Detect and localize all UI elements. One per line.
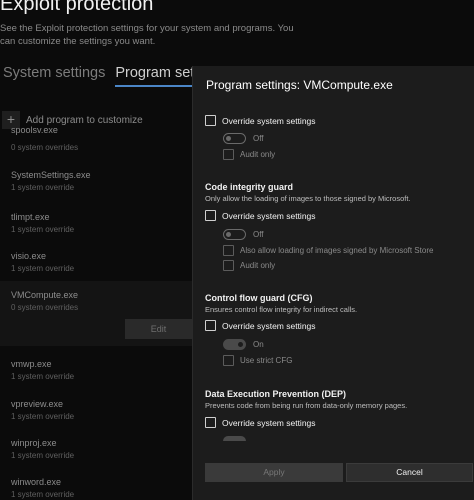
toggle-knob bbox=[226, 232, 231, 237]
checkbox-box bbox=[205, 320, 216, 331]
checkbox-label: Audit only bbox=[240, 261, 276, 270]
checkbox-label: Override system settings bbox=[222, 417, 316, 428]
list-item[interactable]: spoolsv.exe 0 system overrides bbox=[0, 125, 192, 156]
list-item[interactable]: winword.exe 1 system override bbox=[0, 472, 192, 500]
allow-microsoft-store-checkbox[interactable]: Also allow loading of images signed by M… bbox=[223, 245, 433, 256]
checkbox-box bbox=[205, 210, 216, 221]
checkbox-box bbox=[205, 115, 216, 126]
program-overrides: 1 system override bbox=[11, 490, 75, 499]
use-strict-cfg-checkbox[interactable]: Use strict CFG bbox=[223, 355, 292, 366]
audit-only-checkbox[interactable]: Audit only bbox=[223, 260, 275, 271]
tab-system-settings[interactable]: System settings bbox=[3, 65, 105, 85]
program-settings-dialog: Program settings: VMCompute.exe Override… bbox=[192, 66, 474, 500]
list-item[interactable]: tlimpt.exe 1 system override bbox=[0, 204, 192, 236]
section-title-dep: Data Execution Prevention (DEP) bbox=[205, 389, 347, 399]
override-system-settings-checkbox[interactable]: Override system settings bbox=[205, 115, 316, 126]
checkbox-box bbox=[223, 149, 234, 160]
program-overrides: 1 system override bbox=[11, 412, 75, 421]
program-overrides: 0 system overrides bbox=[11, 143, 79, 152]
program-overrides: 1 system override bbox=[11, 372, 75, 381]
program-overrides: 1 system override bbox=[11, 183, 75, 192]
program-overrides: 1 system override bbox=[11, 451, 75, 460]
program-overrides: 0 system overrides bbox=[11, 303, 79, 312]
dialog-title: Program settings: VMCompute.exe bbox=[206, 78, 393, 92]
program-name: vmwp.exe bbox=[11, 359, 52, 369]
program-name: tlimpt.exe bbox=[11, 212, 50, 222]
checkbox-box bbox=[223, 355, 234, 366]
override-system-settings-checkbox[interactable]: Override system settings bbox=[205, 320, 316, 331]
toggle-track bbox=[223, 229, 246, 240]
program-name: winproj.exe bbox=[11, 438, 57, 448]
override-system-settings-checkbox[interactable]: Override system settings bbox=[205, 417, 316, 428]
edit-button[interactable]: Edit bbox=[125, 319, 192, 339]
checkbox-label: Audit only bbox=[240, 150, 276, 159]
checkbox-label: Use strict CFG bbox=[240, 356, 293, 365]
toggle-switch-partial[interactable] bbox=[223, 436, 246, 441]
toggle-switch[interactable]: On bbox=[223, 339, 264, 350]
list-item[interactable]: SystemSettings.exe 1 system override bbox=[0, 162, 192, 194]
section-desc-code-integrity: Only allow the loading of images to thos… bbox=[205, 194, 411, 203]
program-name: SystemSettings.exe bbox=[11, 170, 91, 180]
add-program-label: Add program to customize bbox=[26, 114, 143, 126]
toggle-knob bbox=[226, 136, 231, 141]
checkbox-label: Also allow loading of images signed by M… bbox=[240, 246, 434, 255]
page-title: Exploit protection bbox=[0, 0, 154, 15]
checkbox-label: Override system settings bbox=[222, 210, 316, 221]
program-overrides: 1 system override bbox=[11, 264, 75, 273]
section-title-code-integrity: Code integrity guard bbox=[205, 182, 294, 192]
override-system-settings-checkbox[interactable]: Override system settings bbox=[205, 210, 316, 221]
list-item[interactable]: winproj.exe 1 system override bbox=[0, 432, 192, 464]
toggle-track bbox=[223, 339, 246, 350]
section-title-cfg: Control flow guard (CFG) bbox=[205, 293, 313, 303]
toggle-label: Off bbox=[253, 230, 264, 239]
cancel-button[interactable]: Cancel bbox=[346, 463, 473, 482]
toggle-label: Off bbox=[253, 134, 264, 143]
program-name: winword.exe bbox=[11, 477, 62, 487]
checkbox-box bbox=[223, 260, 234, 271]
list-item[interactable]: vpreview.exe 1 system override bbox=[0, 393, 192, 425]
list-item[interactable]: vmwp.exe 1 system override bbox=[0, 354, 192, 386]
toggle-label: On bbox=[253, 340, 264, 349]
checkbox-box bbox=[223, 245, 234, 256]
checkbox-label: Override system settings bbox=[222, 115, 316, 126]
dialog-footer: Apply Cancel bbox=[193, 452, 474, 500]
toggle-knob bbox=[238, 342, 243, 347]
program-overrides: 1 system override bbox=[11, 225, 75, 234]
checkbox-label: Override system settings bbox=[222, 320, 316, 331]
toggle-switch[interactable]: Off bbox=[223, 229, 264, 240]
program-name: spoolsv.exe bbox=[11, 125, 58, 135]
list-item-selected[interactable]: VMCompute.exe 0 system overrides Edit bbox=[0, 281, 192, 346]
toggle-switch[interactable]: Off bbox=[223, 133, 264, 144]
audit-only-checkbox[interactable]: Audit only bbox=[223, 149, 275, 160]
program-name: VMCompute.exe bbox=[11, 290, 79, 300]
program-name: vpreview.exe bbox=[11, 399, 64, 409]
section-desc-dep: Prevents code from being run from data-o… bbox=[205, 401, 408, 410]
section-desc-cfg: Ensures control flow integrity for indir… bbox=[205, 305, 358, 314]
program-name: visio.exe bbox=[11, 251, 47, 261]
checkbox-box bbox=[205, 417, 216, 428]
list-item[interactable]: visio.exe 1 system override bbox=[0, 245, 192, 277]
apply-button[interactable]: Apply bbox=[205, 463, 343, 482]
page-description: See the Exploit protection settings for … bbox=[0, 23, 294, 47]
toggle-track bbox=[223, 133, 246, 144]
